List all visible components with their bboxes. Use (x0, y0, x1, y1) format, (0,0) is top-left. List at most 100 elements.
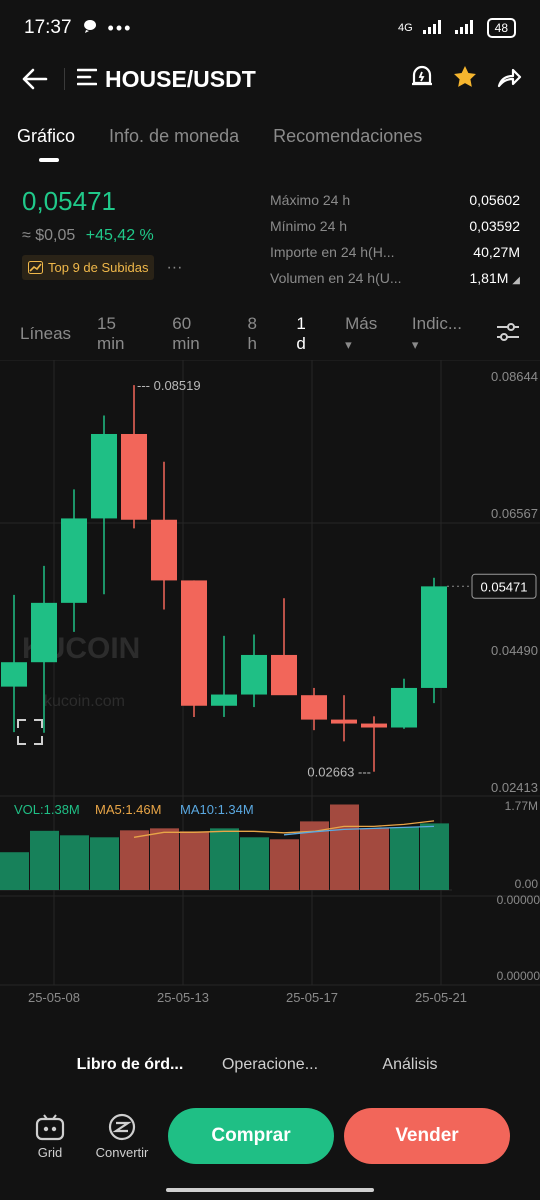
share-icon[interactable] (496, 65, 522, 94)
legend-vol: VOL:1.38M (14, 802, 80, 817)
sell-button[interactable]: Vender (344, 1108, 510, 1164)
volume-bar (150, 828, 179, 890)
stats-panel: Máximo 24 h 0,05602 Mínimo 24 h 0,03592 … (270, 190, 520, 294)
volume-bar (240, 837, 269, 890)
candle-body (61, 518, 87, 603)
volume-bar (60, 835, 89, 890)
price-alert-icon[interactable] (410, 64, 434, 95)
candle-body (331, 719, 357, 724)
last-price-tag-label: 0.05471 (481, 579, 528, 594)
candle-body (1, 662, 27, 687)
indicator-axis: 0.00000 0.00000 (497, 893, 540, 983)
grid-button[interactable]: Grid (18, 1113, 82, 1160)
chart-grid (0, 360, 540, 986)
rank-more-button[interactable]: ··· (166, 259, 182, 277)
volume-bar (30, 830, 59, 890)
stat-value: 1,81M ◢ (469, 268, 520, 294)
volume-axis: 1.77M 0.00 (505, 799, 539, 891)
convert-label: Convertir (95, 1144, 149, 1160)
price-summary: 0,05471 ≈ $0,05 +45,42 % Top 9 de Subida… (22, 186, 252, 280)
interval-15min[interactable]: 15 min (97, 314, 146, 354)
candle-body (391, 687, 417, 728)
volume-value: 1,81M (469, 270, 509, 286)
status-time: 17:37 (24, 17, 72, 38)
chart-settings-icon[interactable] (496, 322, 520, 347)
time-axis-label: 25-05-08 (28, 990, 80, 1005)
interval-lineas[interactable]: Líneas (20, 324, 71, 344)
price-axis-label: 0.04490 (491, 643, 538, 658)
candlestick-chart[interactable]: KUCOIN kucoin.com 0.086440.065670.044900… (0, 360, 540, 1020)
candle-body (91, 433, 117, 519)
interval-bar: Líneas 15 min 60 min 8 h 1 d Más Indic..… (0, 314, 540, 354)
volume-layer (0, 804, 449, 890)
chart-area[interactable]: KUCOIN kucoin.com 0.08644 0.06567 0.04490 0… (0, 360, 540, 1020)
indicator-axis-top: 0.00000 (497, 893, 540, 907)
tab-libro-ordenes[interactable]: Libro de órd... (71, 1056, 189, 1074)
volume-bar (390, 827, 419, 890)
pair-title[interactable]: HOUSE/USDT (105, 66, 256, 93)
tab-grafico[interactable]: Gráfico (17, 120, 75, 162)
price-change: +45,42 % (85, 227, 154, 244)
stat-label: Importe en 24 h(H... (270, 244, 395, 260)
volume-legend: VOL:1.38M MA5:1.46M MA10:1.34M (14, 802, 254, 817)
volume-bar (420, 823, 449, 890)
candle-body (301, 695, 327, 720)
convert-icon (108, 1113, 136, 1140)
candles-layer (1, 385, 447, 772)
stat-row: Importe en 24 h(H... 40,27M (270, 242, 520, 268)
more-notifications-icon: ••• (107, 17, 133, 38)
fullscreen-icon[interactable] (17, 719, 43, 745)
low-price-marker: 0.02663 --- (307, 765, 371, 780)
candle-body (31, 602, 57, 663)
stat-label: Mínimo 24 h (270, 218, 348, 234)
indicators-dropdown[interactable]: Indic... (412, 314, 470, 354)
candle-body (121, 433, 147, 520)
tab-analisis[interactable]: Análisis (351, 1056, 469, 1074)
time-axis-label: 25-05-21 (415, 990, 467, 1005)
unit-toggle-icon[interactable]: ◢ (512, 275, 520, 286)
price-axis-label: 0.06567 (491, 506, 538, 521)
back-button[interactable] (18, 62, 52, 96)
time-axis: 25-05-08 25-05-13 25-05-17 25-05-21 (28, 990, 467, 1005)
header-divider (64, 68, 65, 90)
network-type: 4G (397, 22, 413, 34)
rank-badge-label: Top 9 de Subidas (48, 260, 149, 275)
stat-row[interactable]: Volumen en 24 h(U... 1,81M ◢ (270, 268, 520, 294)
rank-row: Top 9 de Subidas ··· (22, 255, 252, 280)
tab-operaciones[interactable]: Operacione... (211, 1056, 329, 1074)
interval-1d[interactable]: 1 d (296, 314, 319, 354)
time-axis-label: 25-05-17 (286, 990, 338, 1005)
bottom-tabs: Libro de órd... Operacione... Análisis (0, 1040, 540, 1090)
tab-info-moneda[interactable]: Info. de moneda (109, 120, 239, 160)
price-axis-label: 0.02413 (491, 780, 538, 795)
rank-badge[interactable]: Top 9 de Subidas (22, 255, 155, 280)
interval-8h[interactable]: 8 h (248, 314, 271, 354)
content-tabs: Gráfico Info. de moneda Recomendaciones (0, 120, 540, 170)
favorite-star-icon[interactable] (452, 64, 478, 95)
legend-ma5: MA5:1.46M (95, 802, 161, 817)
candle-body (181, 580, 207, 706)
interval-60min[interactable]: 60 min (172, 314, 221, 354)
stat-label: Volumen en 24 h(U... (270, 270, 402, 286)
price-axis-label: 0.08644 (491, 369, 538, 384)
grid-bot-icon (35, 1113, 65, 1140)
stat-value: 40,27M (473, 244, 520, 260)
trend-up-icon (28, 261, 43, 274)
buy-button[interactable]: Comprar (168, 1108, 334, 1164)
volume-bar (330, 804, 359, 890)
fiat-price: ≈ $0,05 (22, 227, 76, 244)
stat-label: Máximo 24 h (270, 192, 351, 208)
high-price-marker: --- 0.08519 (137, 378, 201, 393)
stat-row: Mínimo 24 h 0,03592 (270, 216, 520, 242)
app-header: HOUSE/USDT (0, 56, 540, 102)
menu-icon[interactable] (76, 68, 98, 91)
candle-body (151, 519, 177, 581)
volume-axis-top: 1.77M (505, 799, 538, 813)
home-indicator[interactable] (166, 1188, 374, 1192)
volume-bar (90, 837, 119, 890)
stat-value: 0,05602 (469, 192, 520, 208)
signal-icon (422, 19, 445, 37)
tab-recomendaciones[interactable]: Recomendaciones (273, 120, 422, 160)
interval-mas-dropdown[interactable]: Más (345, 314, 386, 354)
convert-button[interactable]: Convertir (90, 1113, 154, 1160)
